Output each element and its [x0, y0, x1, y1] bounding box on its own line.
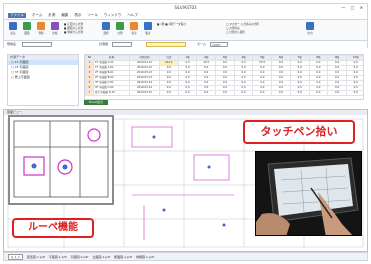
window-controls[interactable]: — ▢ ✕ [341, 5, 365, 10]
tool-row: 現場名 計測値 ズーム 100% [3, 41, 368, 48]
sheet-tab[interactable]: 平面図-1.pdf [49, 255, 67, 259]
ribbon-label: 出力 [307, 32, 313, 35]
drawing-icon [23, 22, 31, 30]
ribbon-label: 計測 [117, 32, 123, 35]
summary-icon [144, 22, 152, 30]
title-bar: SiLVIAST03 — ▢ ✕ [3, 3, 368, 12]
tree-item[interactable]: □ 屋上平面図 [8, 75, 78, 80]
ribbon-label: 選択 [103, 32, 109, 35]
table-cell[interactable]: 0.0 [215, 90, 235, 96]
table-cell[interactable]: 0.0 [196, 90, 217, 96]
ribbon-label: 集計 [145, 32, 151, 35]
menu-bar: ファイル ホーム 計測 編集 表示 ツール ウィンドウ ヘルプ [3, 12, 368, 19]
ribbon-button-drawing[interactable]: 図面 [21, 22, 33, 36]
table-cell[interactable]: 7 [85, 90, 94, 96]
callout-loupe: ルーペ機能 [12, 218, 94, 238]
ribbon-button-summary[interactable]: 集計 [142, 22, 154, 36]
menu-measure[interactable]: 計測 [48, 13, 55, 18]
menu-window[interactable]: ウィンドウ [104, 13, 122, 18]
table-cell[interactable]: 0.0 [252, 90, 273, 96]
compare-icon [51, 22, 59, 30]
ribbon-label: 読込 [10, 32, 16, 35]
site-label: 現場名 [7, 42, 17, 46]
view-icon [130, 22, 138, 30]
table-cell[interactable]: 0.0 [233, 90, 254, 96]
zoom-input[interactable]: 100% [210, 42, 228, 47]
color-range-selector[interactable] [146, 42, 186, 47]
site-input[interactable] [22, 42, 52, 47]
zoom-label: ズーム [197, 42, 206, 46]
table-cell[interactable]: 0.0 [177, 90, 198, 96]
data-table-wrapper: No 名称 計測日時 合計 1階 2階 3階 4階 5階 6階 7階 8階 9階 10階 1 1F 平面図 … [84, 54, 364, 100]
ribbon-button-view[interactable]: 表示 [128, 22, 140, 36]
sheet-tab[interactable]: 平面図-2.pdf [71, 255, 89, 259]
zoom-value: 100% [212, 43, 221, 47]
sheet-tab[interactable]: A_1_1 [8, 253, 23, 260]
excel-export-button[interactable]: Excel出力 [84, 100, 108, 105]
loupe-window[interactable] [8, 115, 114, 205]
sheet-tabs: A_1_1 配置図-1.pdf 平面図-1.pdf 平面図-2.pdf 立面図-… [3, 252, 368, 261]
menu-file[interactable]: ファイル [8, 13, 26, 18]
table-row[interactable]: 7 屋上平面図 D-01 2019-03-15 0.0 0.0 0.0 0.0 0.0 0.0 0… [85, 90, 363, 96]
data-table: No 名称 計測日時 合計 1階 2階 3階 4階 5階 6階 7階 8階 9階 10階 1 1F 平面図 … [85, 55, 363, 96]
ribbon: 読込 図面 登録 比較 ■ 正面から計測 ■ 図面から計測 ■ 領域から計測 選… [3, 19, 368, 41]
callout-touch-pen: タッチペン拾い [243, 120, 355, 144]
ribbon-group-measure[interactable]: ■ 正面から計測 ■ 図面から計測 ■ 領域から計測 [64, 23, 83, 35]
window-title: SiLVIAST03 [174, 5, 197, 10]
menu-home[interactable]: ホーム [32, 13, 42, 18]
tablet-photo [255, 151, 362, 236]
table-cell[interactable]: 2019-03-15 [129, 90, 160, 96]
table-cell[interactable]: 屋上平面図 D-01 [93, 90, 130, 96]
magnified-plan [13, 120, 109, 198]
sheet-tab[interactable]: 立面図-1.pdf [92, 255, 110, 259]
menu-edit[interactable]: 編集 [61, 13, 68, 18]
ribbon-button-export[interactable]: 出力 [304, 22, 316, 36]
table-cell[interactable]: 0.0 [308, 90, 329, 96]
table-cell[interactable]: 0.0 [271, 90, 291, 96]
ribbon-group-floor[interactable]: ■ 1階 ■ 2階データ集計 [157, 23, 186, 27]
ribbon-label: 表示 [131, 32, 137, 35]
folder-icon [9, 22, 17, 30]
table-cell[interactable]: 0.0 [159, 90, 179, 96]
ribbon-button-load[interactable]: 読込 [7, 22, 19, 36]
sheet-tab[interactable]: 詳細図-1.pdf [136, 255, 154, 259]
ribbon-button-select[interactable]: 選択 [100, 22, 112, 36]
value-label: 計測値 [99, 42, 109, 46]
ribbon-label: 図面 [24, 32, 30, 35]
menu-view[interactable]: 表示 [74, 13, 81, 18]
option-select[interactable]: □ 計測から選択 [226, 31, 259, 35]
tree-panel: 計測データ □ 1F 平面図 □ 2F 平面図 □ 3F 平面図 □ 屋上平面図 [7, 54, 79, 106]
sheet-tab[interactable]: 配置図-1.pdf [27, 255, 45, 259]
table-cell[interactable]: 0.0 [345, 90, 363, 96]
export-icon [306, 22, 314, 30]
sheet-tab[interactable]: 断面図-1.pdf [114, 255, 132, 259]
option-floor[interactable]: ■ 1階 ■ 2階データ集計 [157, 23, 186, 27]
select-icon [102, 22, 110, 30]
ruler-icon [116, 22, 124, 30]
ribbon-button-measure[interactable]: 計測 [114, 22, 126, 36]
ribbon-button-register[interactable]: 登録 [35, 22, 47, 36]
table-cell[interactable]: 0.0 [327, 90, 347, 96]
menu-tools[interactable]: ツール [87, 13, 98, 18]
ribbon-group-check[interactable]: □ マスター 入力済みの計測 □ 計測済み □ 計測から選択 [226, 23, 259, 35]
tablet-pen-image [256, 152, 361, 235]
ribbon-button-compare[interactable]: 比較 [49, 22, 61, 36]
option-area[interactable]: ■ 領域から計測 [64, 31, 83, 35]
ribbon-label: 比較 [52, 32, 58, 35]
register-icon [37, 22, 45, 30]
ribbon-label: 登録 [38, 32, 44, 35]
menu-help[interactable]: ヘルプ [127, 13, 138, 18]
value-input[interactable] [112, 42, 132, 47]
table-cell[interactable]: 0.0 [289, 90, 310, 96]
app-window: SiLVIAST03 — ▢ ✕ ファイル ホーム 計測 編集 表示 ツール ウ… [0, 0, 371, 264]
